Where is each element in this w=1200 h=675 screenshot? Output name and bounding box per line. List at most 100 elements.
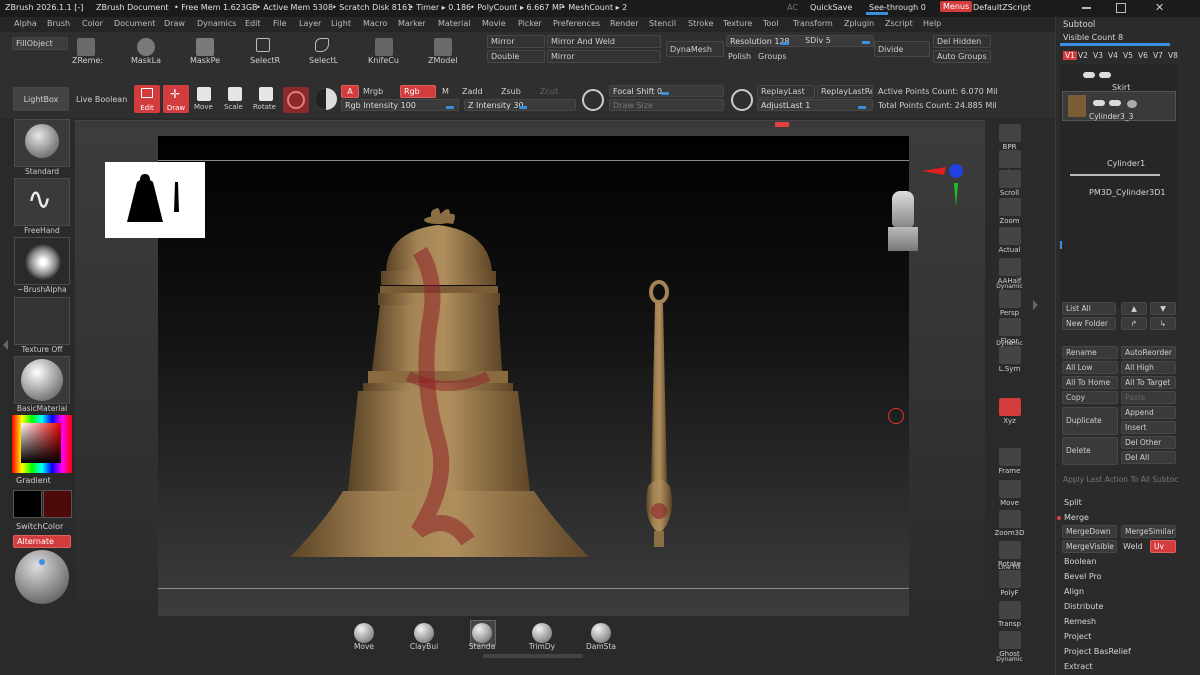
- project-basrelief-menu[interactable]: Project BasRelief: [1064, 647, 1131, 656]
- menu-item-color[interactable]: Color: [82, 19, 103, 28]
- dynamic1-label[interactable]: Dynamic: [993, 283, 1026, 290]
- focal-shift-knob[interactable]: [661, 92, 669, 95]
- merge-visible-button[interactable]: MergeVisible: [1062, 540, 1117, 553]
- select-rect-label[interactable]: SelectR: [250, 56, 280, 65]
- close-icon[interactable]: ✕: [1155, 1, 1164, 14]
- menu-item-stroke[interactable]: Stroke: [688, 19, 714, 28]
- mask-lasso-icon[interactable]: [137, 38, 155, 56]
- mask-pen-icon[interactable]: [196, 38, 214, 56]
- menu-item-help[interactable]: Help: [923, 19, 941, 28]
- version-tab-v8[interactable]: V8: [1168, 51, 1178, 60]
- select-rect-icon[interactable]: [256, 38, 270, 52]
- brush-move-label[interactable]: Move: [344, 642, 384, 651]
- move-down-icon[interactable]: ↳: [1150, 317, 1176, 330]
- rename-button[interactable]: Rename: [1062, 346, 1118, 359]
- menu-item-edit[interactable]: Edit: [245, 19, 261, 28]
- color-square[interactable]: [21, 423, 61, 463]
- double-button[interactable]: Double: [487, 50, 545, 63]
- list-all-button[interactable]: List All: [1062, 302, 1116, 315]
- sphere-brush-toggle[interactable]: [283, 87, 309, 113]
- see-through-slider[interactable]: See-through 0: [869, 3, 926, 12]
- move-label[interactable]: Move: [194, 103, 213, 111]
- z-intensity-slider[interactable]: Z Intensity 30: [464, 99, 576, 111]
- see-through-knob[interactable]: [866, 12, 888, 15]
- zremesher-label[interactable]: ZReme:: [72, 56, 103, 65]
- new-folder-button[interactable]: New Folder: [1062, 317, 1116, 330]
- line-fill-label[interactable]: Line Fill: [993, 564, 1026, 571]
- groups-button[interactable]: Groups: [758, 52, 787, 61]
- edit-button[interactable]: Edit: [134, 85, 160, 113]
- quicksave-button[interactable]: QuickSave: [810, 3, 852, 12]
- menu-item-macro[interactable]: Macro: [363, 19, 387, 28]
- copy-button[interactable]: Copy: [1062, 391, 1118, 404]
- polish-button[interactable]: Polish: [728, 52, 751, 61]
- transp-button[interactable]: Transp: [993, 601, 1026, 628]
- replay-last-button[interactable]: ReplayLast: [757, 85, 815, 98]
- m-toggle[interactable]: M: [442, 87, 449, 96]
- auto-reorder-button[interactable]: AutoReorder: [1121, 346, 1176, 359]
- color-sphere[interactable]: [15, 550, 69, 604]
- switch-color-button[interactable]: SwitchColor: [16, 522, 63, 531]
- menus-button[interactable]: Menus: [940, 1, 973, 12]
- scroll-button[interactable]: Scroll: [993, 170, 1026, 197]
- a-toggle[interactable]: A: [341, 85, 359, 98]
- subtool-item-pm3d-cylinder3d1[interactable]: PM3D_Cylinder3D1: [1089, 188, 1165, 197]
- brush-claybui-icon[interactable]: [414, 623, 434, 643]
- knife-curve-label[interactable]: KnifeCu: [368, 56, 399, 65]
- brush-trimdy-icon[interactable]: [532, 623, 552, 643]
- collapse-left-icon[interactable]: [3, 340, 8, 350]
- move-button[interactable]: Move: [993, 480, 1026, 507]
- select-lasso-icon[interactable]: [315, 38, 329, 52]
- adjust-last-slider[interactable]: AdjustLast 1: [757, 99, 873, 111]
- menu-item-marker[interactable]: Marker: [398, 19, 426, 28]
- paste-button[interactable]: Paste: [1121, 391, 1176, 404]
- zmodeler-icon[interactable]: [434, 38, 452, 56]
- l-sym-button[interactable]: L.Sym: [993, 346, 1026, 373]
- rotate-icon[interactable]: [259, 87, 273, 101]
- sdiv-knob[interactable]: [862, 41, 870, 44]
- frame-button[interactable]: Frame: [993, 448, 1026, 475]
- menu-item-texture[interactable]: Texture: [723, 19, 752, 28]
- del-hidden-button[interactable]: Del Hidden: [933, 35, 991, 48]
- resolution-knob[interactable]: [781, 42, 789, 45]
- select-lasso-label[interactable]: SelectL: [309, 56, 338, 65]
- document-label[interactable]: ZBrush Document: [96, 3, 169, 12]
- mirror-button[interactable]: Mirror: [487, 35, 545, 48]
- lightbox-button[interactable]: LightBox: [13, 87, 69, 111]
- zsub-toggle[interactable]: Zsub: [501, 87, 521, 96]
- scale-label[interactable]: Scale: [224, 103, 243, 111]
- secondary-color-swatch[interactable]: [43, 490, 72, 518]
- duplicate-button[interactable]: Duplicate: [1062, 407, 1118, 435]
- version-tab-v3[interactable]: V3: [1093, 51, 1103, 60]
- xyz-button[interactable]: Xyz: [993, 398, 1026, 425]
- remesh-menu[interactable]: Remesh: [1064, 617, 1096, 626]
- brush-alpha-thumb[interactable]: [14, 237, 70, 285]
- zoom3d-button[interactable]: Zoom3D: [993, 510, 1026, 537]
- version-tab-v1[interactable]: V1: [1063, 51, 1077, 60]
- uv-toggle[interactable]: Uv: [1150, 540, 1176, 553]
- bevel-pro-menu[interactable]: Bevel Pro: [1064, 572, 1102, 581]
- persp-button[interactable]: Persp: [993, 290, 1026, 317]
- gradient-label[interactable]: Gradient: [16, 476, 51, 485]
- zcut-toggle[interactable]: Zcut: [540, 87, 558, 96]
- merge-similar-button[interactable]: MergeSimilar: [1121, 525, 1176, 538]
- divide-button[interactable]: Divide: [874, 41, 930, 57]
- brush-standa-icon[interactable]: [472, 623, 492, 643]
- ghost-button[interactable]: Ghost: [993, 631, 1026, 658]
- draw-button[interactable]: ✛ Draw: [163, 85, 189, 113]
- freehand-stroke-thumb[interactable]: ∿: [14, 178, 70, 226]
- menu-item-material[interactable]: Material: [438, 19, 471, 28]
- default-zscript-button[interactable]: DefaultZScript: [973, 3, 1031, 12]
- subtool-row[interactable]: [1063, 66, 1173, 84]
- alternate-button[interactable]: Alternate: [13, 535, 71, 548]
- merge-menu[interactable]: Merge: [1064, 513, 1089, 522]
- zadd-toggle[interactable]: Zadd: [462, 87, 483, 96]
- color-picker[interactable]: [12, 415, 72, 473]
- all-low-button[interactable]: All Low: [1062, 361, 1118, 374]
- all-to-home-button[interactable]: All To Home: [1062, 376, 1118, 389]
- arrow-down-icon[interactable]: ▼: [1150, 302, 1176, 315]
- menu-item-light[interactable]: Light: [331, 19, 351, 28]
- dynamesh-button[interactable]: DynaMesh: [666, 41, 724, 57]
- minimize-icon[interactable]: [1082, 7, 1091, 9]
- weld-toggle[interactable]: Weld: [1123, 542, 1143, 551]
